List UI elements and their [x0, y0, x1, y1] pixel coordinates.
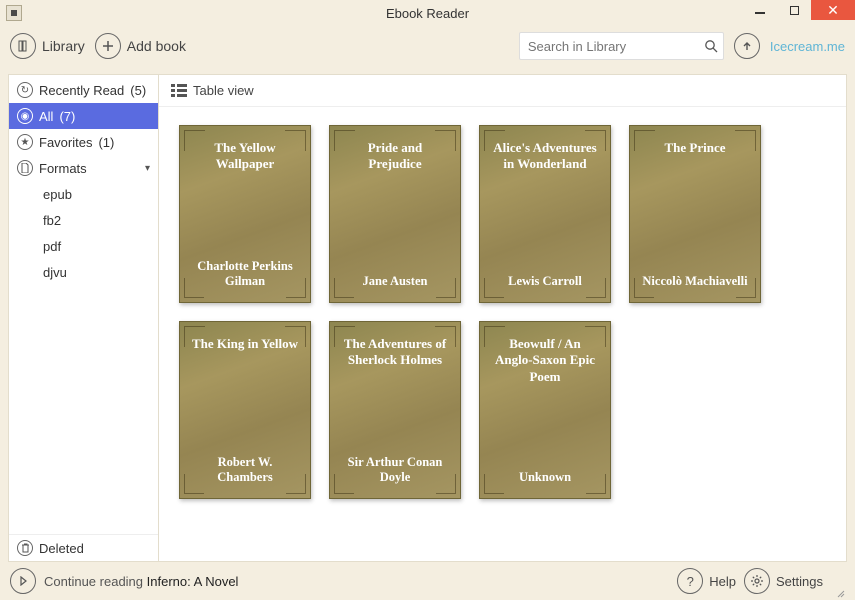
book-card[interactable]: Beowulf / An Anglo-Saxon Epic Poem Unknow…	[479, 321, 611, 499]
play-icon	[10, 568, 36, 594]
app-icon	[6, 5, 22, 21]
sidebar-item-label: Favorites	[39, 135, 92, 150]
maximize-button[interactable]	[777, 0, 811, 20]
book-title: The King in Yellow	[190, 336, 300, 352]
sidebar-item-recently-read[interactable]: ↻ Recently Read (5)	[9, 77, 158, 103]
star-icon: ★	[17, 134, 33, 150]
add-book-button[interactable]: Add book	[95, 33, 186, 59]
file-icon	[17, 160, 33, 176]
book-title: Beowulf / An Anglo-Saxon Epic Poem	[490, 336, 600, 385]
brand-link[interactable]: Icecream.me	[770, 39, 845, 54]
sidebar-item-all[interactable]: ◉ All (7)	[9, 103, 158, 129]
add-book-label: Add book	[127, 38, 186, 54]
book-author: Niccolò Machiavelli	[640, 274, 750, 290]
book-author: Charlotte Perkins Gilman	[190, 259, 300, 290]
settings-button[interactable]: Settings	[744, 568, 823, 594]
sidebar-format-djvu[interactable]: djvu	[9, 259, 158, 285]
sidebar-format-fb2[interactable]: fb2	[9, 207, 158, 233]
table-view-label: Table view	[193, 83, 254, 98]
book-card[interactable]: Pride and Prejudice Jane Austen	[329, 125, 461, 303]
close-button[interactable]: ✕	[811, 0, 855, 20]
book-grid: The Yellow Wallpaper Charlotte Perkins Gi…	[159, 107, 846, 561]
table-icon	[171, 84, 187, 97]
main-header: Table view	[159, 75, 846, 107]
book-card[interactable]: The Yellow Wallpaper Charlotte Perkins Gi…	[179, 125, 311, 303]
book-author: Sir Arthur Conan Doyle	[340, 455, 450, 486]
toolbar: Library Add book Icecream.me	[0, 26, 855, 66]
book-icon	[10, 33, 36, 59]
library-button[interactable]: Library	[10, 33, 85, 59]
book-title: The Yellow Wallpaper	[190, 140, 300, 173]
clock-icon: ↻	[17, 82, 33, 98]
window-title: Ebook Reader	[0, 6, 855, 21]
sidebar: ↻ Recently Read (5) ◉ All (7) ★ Favorite…	[8, 74, 158, 562]
library-label: Library	[42, 38, 85, 54]
continue-book-title: Inferno: A Novel	[147, 574, 239, 589]
book-title: Pride and Prejudice	[340, 140, 450, 173]
sidebar-format-epub[interactable]: epub	[9, 181, 158, 207]
book-title: The Adventures of Sherlock Holmes	[340, 336, 450, 369]
trash-icon	[17, 540, 33, 556]
book-card[interactable]: The Adventures of Sherlock Holmes Sir Art…	[329, 321, 461, 499]
search-box[interactable]	[519, 32, 724, 60]
sidebar-item-label: Recently Read	[39, 83, 124, 98]
sidebar-item-count: (1)	[98, 135, 114, 150]
main-panel: Table view The Yellow Wallpaper Charlotte…	[158, 74, 847, 562]
book-author: Lewis Carroll	[490, 274, 600, 290]
sidebar-item-label: Formats	[39, 161, 87, 176]
sidebar-item-formats[interactable]: Formats ▾	[9, 155, 158, 181]
book-title: Alice's Adventures in Wonderland	[490, 140, 600, 173]
book-author: Jane Austen	[340, 274, 450, 290]
sidebar-item-favorites[interactable]: ★ Favorites (1)	[9, 129, 158, 155]
titlebar: Ebook Reader ✕	[0, 0, 855, 26]
continue-reading-button[interactable]: Continue reading Inferno: A Novel	[10, 568, 238, 594]
search-icon[interactable]	[704, 39, 719, 54]
help-icon: ?	[677, 568, 703, 594]
book-author: Unknown	[490, 470, 600, 486]
sidebar-item-label: Deleted	[39, 541, 84, 556]
book-title: The Prince	[640, 140, 750, 156]
upgrade-icon[interactable]	[734, 33, 760, 59]
help-label: Help	[709, 574, 736, 589]
resize-grip-icon[interactable]	[835, 588, 845, 598]
chevron-down-icon: ▾	[145, 163, 150, 174]
minimize-button[interactable]	[743, 0, 777, 20]
gear-icon	[744, 568, 770, 594]
sidebar-format-pdf[interactable]: pdf	[9, 233, 158, 259]
sidebar-item-deleted[interactable]: Deleted	[9, 535, 158, 561]
settings-label: Settings	[776, 574, 823, 589]
circle-dot-icon: ◉	[17, 108, 33, 124]
book-author: Robert W. Chambers	[190, 455, 300, 486]
continue-label: Continue reading	[44, 574, 143, 589]
table-view-button[interactable]: Table view	[171, 83, 254, 98]
search-input[interactable]	[528, 39, 704, 54]
help-button[interactable]: ? Help	[677, 568, 736, 594]
footer: Continue reading Inferno: A Novel ? Help…	[0, 562, 855, 600]
sidebar-item-count: (5)	[130, 83, 146, 98]
sidebar-item-count: (7)	[59, 109, 75, 124]
book-card[interactable]: The Prince Niccolò Machiavelli	[629, 125, 761, 303]
sidebar-item-label: All	[39, 109, 53, 124]
book-card[interactable]: The King in Yellow Robert W. Chambers	[179, 321, 311, 499]
plus-icon	[95, 33, 121, 59]
book-card[interactable]: Alice's Adventures in Wonderland Lewis Ca…	[479, 125, 611, 303]
